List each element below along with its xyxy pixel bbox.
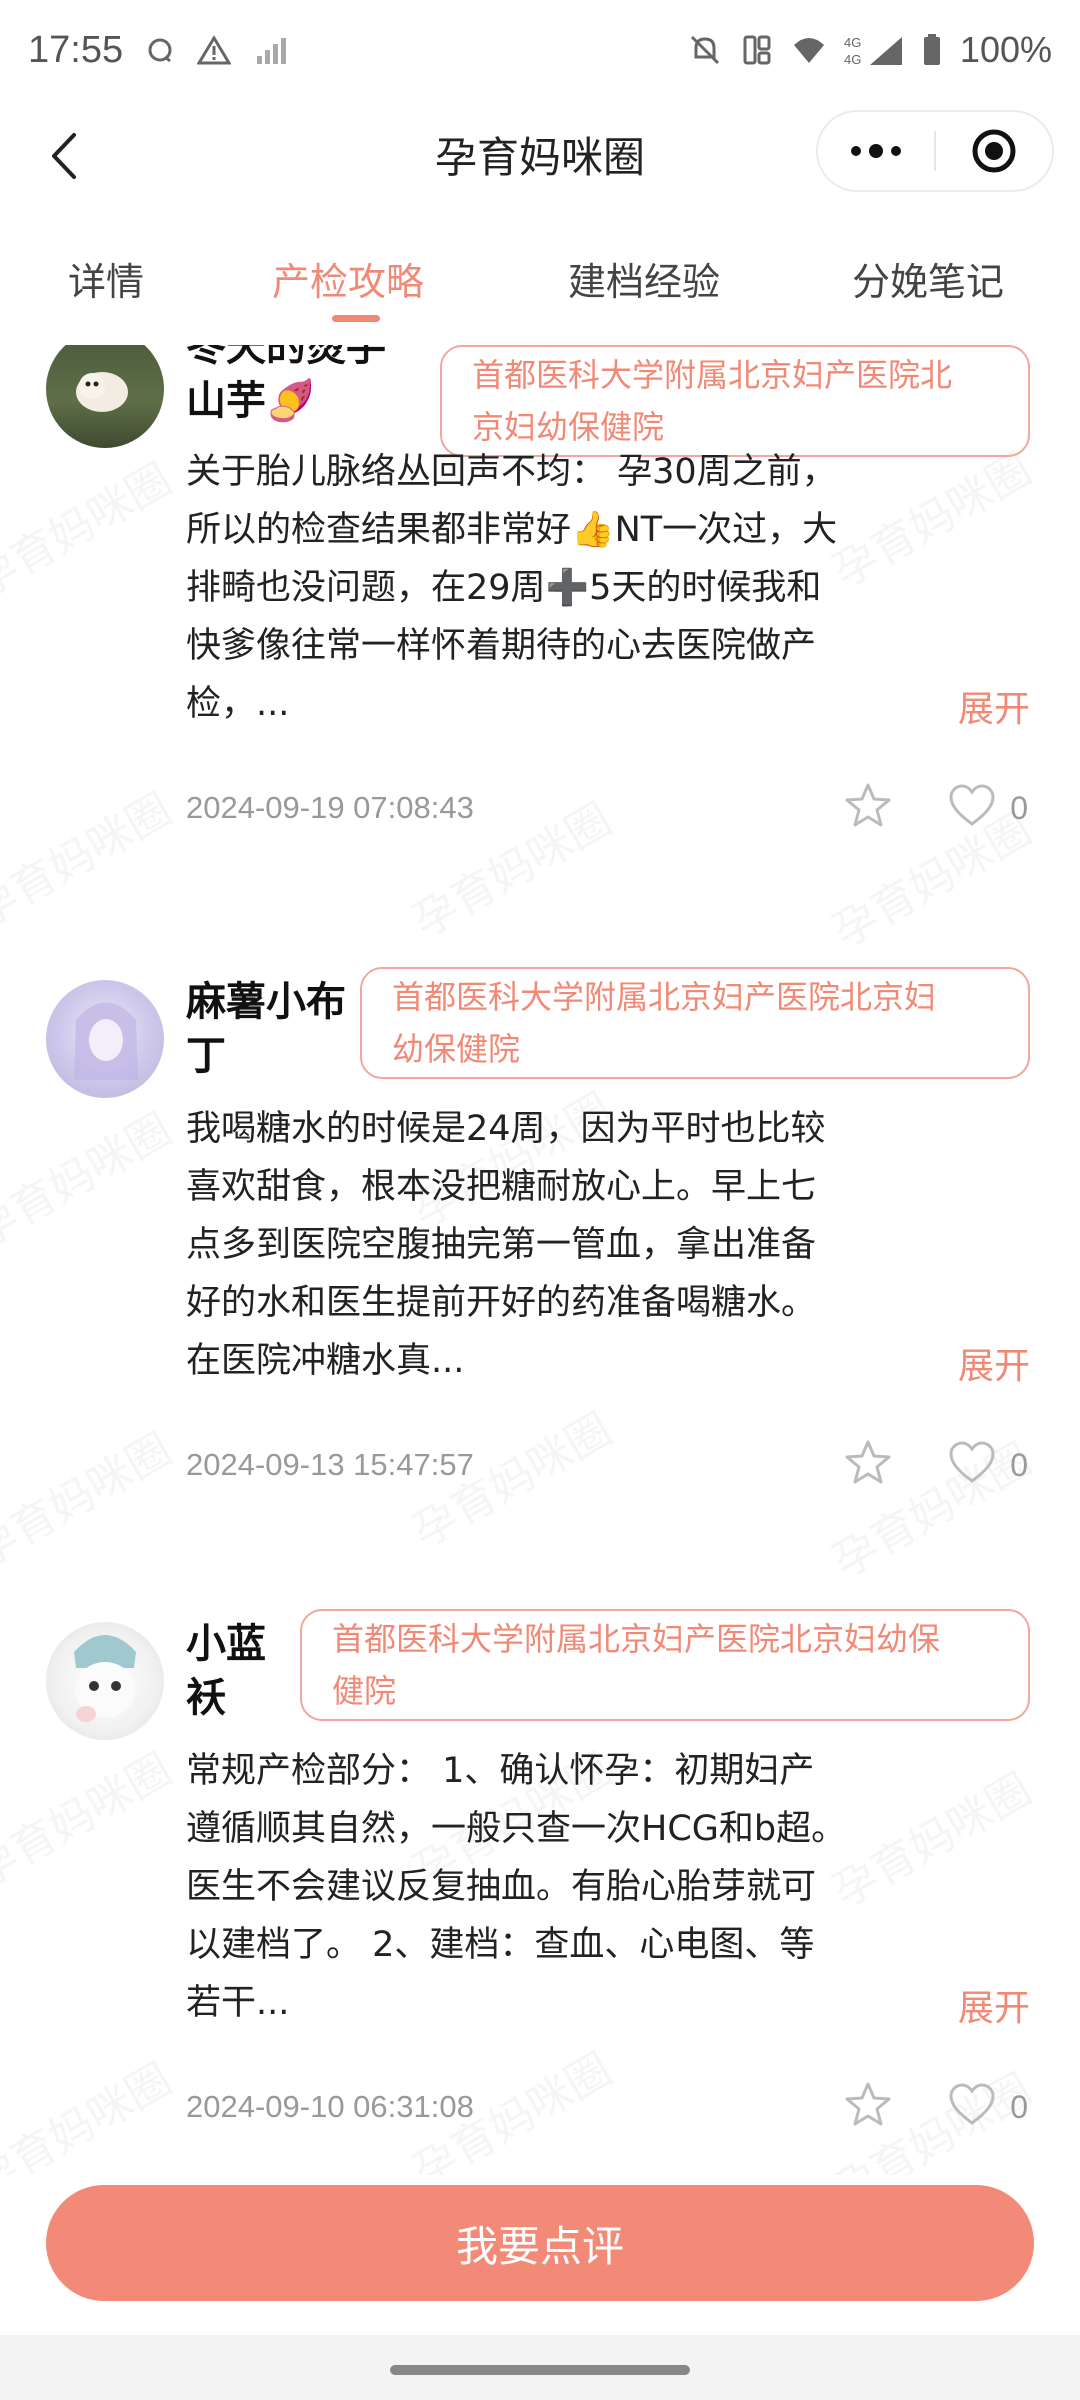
like-button[interactable] bbox=[944, 1435, 1000, 1491]
status-bar: 17:55 4G 4G 100% bbox=[0, 0, 1080, 100]
tab-bar: 详情 产检攻略 建档经验 分娩笔记 bbox=[0, 245, 1080, 335]
star-icon bbox=[845, 1440, 891, 1484]
like-button[interactable] bbox=[944, 778, 1000, 834]
review-item[interactable]: 小蓝 袄 首都医科大学附属北京妇产医院北京妇幼保 健院 常规产检部分： 1、确认… bbox=[0, 1607, 1080, 2175]
favorite-button[interactable] bbox=[840, 2077, 896, 2133]
username[interactable]: 小蓝 袄 bbox=[186, 1617, 266, 1725]
vibrate-icon bbox=[740, 33, 774, 67]
post-date: 2024-09-13 15:47:57 bbox=[186, 1447, 474, 1482]
hospital-name-line: 幼保健院 bbox=[392, 1030, 521, 1068]
active-tab-indicator bbox=[332, 315, 380, 322]
avatar[interactable] bbox=[46, 345, 164, 448]
username-line: 麻薯小布 bbox=[186, 979, 346, 1025]
message-icon bbox=[145, 35, 175, 65]
content-line: 所以的检查结果都非常好👍NT一次过，大 bbox=[186, 510, 838, 550]
svg-text:4G: 4G bbox=[844, 52, 861, 67]
battery-level: 100% bbox=[959, 29, 1052, 70]
hospital-name-line: 首都医科大学附属北京妇产医院北京妇 bbox=[392, 978, 937, 1016]
more-dots-icon bbox=[851, 144, 901, 158]
dog-avatar-image bbox=[76, 372, 128, 412]
content-line: 好的水和医生提前开好的药准备喝糖水。 bbox=[186, 1283, 817, 1323]
hospital-tag[interactable]: 首都医科大学附属北京妇产医院北京妇幼保 健院 bbox=[300, 1609, 1030, 1721]
tab-delivery-notes[interactable]: 分娩笔记 bbox=[852, 251, 1004, 306]
close-miniprogram-button[interactable] bbox=[936, 112, 1052, 190]
target-close-icon bbox=[972, 129, 1016, 173]
avatar[interactable] bbox=[46, 980, 164, 1098]
status-right: 4G 4G 100% bbox=[688, 29, 1052, 71]
tab-prenatal-guide[interactable]: 产检攻略 bbox=[272, 251, 424, 306]
content-line: 若干... bbox=[186, 1983, 290, 2023]
username[interactable]: 麻薯小布 丁 bbox=[186, 975, 346, 1083]
hospital-tag[interactable]: 首都医科大学附属北京妇产医院北 京妇幼保健院 bbox=[440, 345, 1030, 457]
signal-4g-icon: 4G 4G bbox=[844, 33, 904, 67]
content-line: 关于胎儿脉络丛回声不均： 孕30周之前， bbox=[186, 452, 837, 492]
review-list[interactable]: 孕育妈咪圈 孕育妈咪圈 孕育妈咪圈 孕育妈咪圈 孕育妈咪圈 孕育妈咪圈 孕育妈咪… bbox=[0, 345, 1080, 2175]
username-line: 袄 bbox=[186, 1675, 226, 1721]
tab-details[interactable]: 详情 bbox=[68, 251, 144, 306]
content-line: 常规产检部分： 1、确认怀孕：初期妇产 bbox=[186, 1751, 815, 1791]
review-item[interactable]: 冬天的烫手 山芋🍠 首都医科大学附属北京妇产医院北 京妇幼保健院 关于胎儿脉络丛… bbox=[0, 345, 1080, 890]
heart-icon bbox=[949, 1441, 995, 1483]
content-line: 在医院冲糖水真... bbox=[186, 1341, 465, 1381]
hospital-name-line: 健院 bbox=[332, 1672, 397, 1710]
anime-girl-avatar-image bbox=[74, 1002, 138, 1080]
warning-icon bbox=[197, 35, 232, 65]
header: 孕育妈咪圈 bbox=[0, 110, 1080, 202]
post-date: 2024-09-10 06:31:08 bbox=[186, 2089, 474, 2124]
miniprogram-capsule bbox=[816, 110, 1054, 192]
heart-icon bbox=[949, 784, 995, 826]
star-icon bbox=[845, 783, 891, 827]
content-line: 医生不会建议反复抽血。有胎心胎芽就可 bbox=[186, 1867, 817, 1907]
content-line: 以建档了。 2、建档：查血、心电图、等 bbox=[186, 1925, 815, 1965]
username-line: 丁 bbox=[186, 1033, 226, 1079]
star-icon bbox=[845, 2082, 891, 2126]
favorite-button[interactable] bbox=[840, 1435, 896, 1491]
username-line: 小蓝 bbox=[186, 1621, 266, 1667]
more-button[interactable] bbox=[818, 112, 934, 190]
mute-icon bbox=[688, 33, 722, 67]
username[interactable]: 冬天的烫手 山芋🍠 bbox=[186, 345, 386, 428]
write-review-button[interactable]: 我要点评 bbox=[46, 2185, 1034, 2301]
battery-icon bbox=[922, 33, 942, 67]
like-count: 0 bbox=[1010, 2089, 1028, 2125]
content-line: 点多到医院空腹抽完第一管血，拿出准备 bbox=[186, 1225, 817, 1265]
review-content[interactable]: 我喝糖水的时候是24周，因为平时也比较 喜欢甜食，根本没把糖耐放心上。早上七 点… bbox=[186, 1100, 956, 1390]
hospital-tag[interactable]: 首都医科大学附属北京妇产医院北京妇 幼保健院 bbox=[360, 967, 1030, 1079]
content-line: 快爹像往常一样怀着期待的心去医院做产 bbox=[186, 626, 817, 666]
heart-icon bbox=[949, 2083, 995, 2125]
content-line: 排畸也没问题，在29周➕5天的时候我和 bbox=[186, 568, 822, 608]
bottom-action-area: 我要点评 bbox=[0, 2175, 1080, 2400]
review-item[interactable]: 麻薯小布 丁 首都医科大学附属北京妇产医院北京妇 幼保健院 我喝糖水的时候是24… bbox=[0, 965, 1080, 1585]
expand-link[interactable]: 展开 bbox=[958, 1337, 1030, 1389]
tab-registration-experience[interactable]: 建档经验 bbox=[568, 251, 720, 306]
expand-link[interactable]: 展开 bbox=[958, 1979, 1030, 2031]
review-content[interactable]: 关于胎儿脉络丛回声不均： 孕30周之前， 所以的检查结果都非常好👍NT一次过，大… bbox=[186, 443, 956, 733]
post-date: 2024-09-19 07:08:43 bbox=[186, 790, 474, 825]
hospital-name-line: 首都医科大学附属北京妇产医院北 bbox=[472, 356, 953, 394]
cat-avatar-image bbox=[74, 1635, 136, 1722]
content-line: 遵循顺其自然，一般只查一次HCG和b超。 bbox=[186, 1809, 847, 1849]
wifi-icon bbox=[792, 35, 826, 65]
status-left: 17:55 bbox=[28, 29, 287, 72]
favorite-button[interactable] bbox=[840, 778, 896, 834]
status-time: 17:55 bbox=[28, 28, 124, 71]
like-button[interactable] bbox=[944, 2077, 1000, 2133]
content-line: 检，... bbox=[186, 684, 290, 724]
expand-link[interactable]: 展开 bbox=[958, 680, 1030, 732]
hospital-name-line: 首都医科大学附属北京妇产医院北京妇幼保 bbox=[332, 1620, 941, 1658]
like-count: 0 bbox=[1010, 1447, 1028, 1483]
review-content[interactable]: 常规产检部分： 1、确认怀孕：初期妇产 遵循顺其自然，一般只查一次HCG和b超。… bbox=[186, 1742, 956, 2032]
like-count: 0 bbox=[1010, 790, 1028, 826]
content-line: 我喝糖水的时候是24周，因为平时也比较 bbox=[186, 1109, 826, 1149]
username-line: 冬天的烫手 bbox=[186, 345, 386, 370]
no-signal-icon bbox=[253, 34, 287, 66]
avatar[interactable] bbox=[46, 1622, 164, 1740]
username-line: 山芋🍠 bbox=[186, 378, 316, 424]
home-indicator[interactable] bbox=[390, 2365, 690, 2375]
content-line: 喜欢甜食，根本没把糖耐放心上。早上七 bbox=[186, 1167, 817, 1207]
svg-text:4G: 4G bbox=[844, 35, 861, 50]
